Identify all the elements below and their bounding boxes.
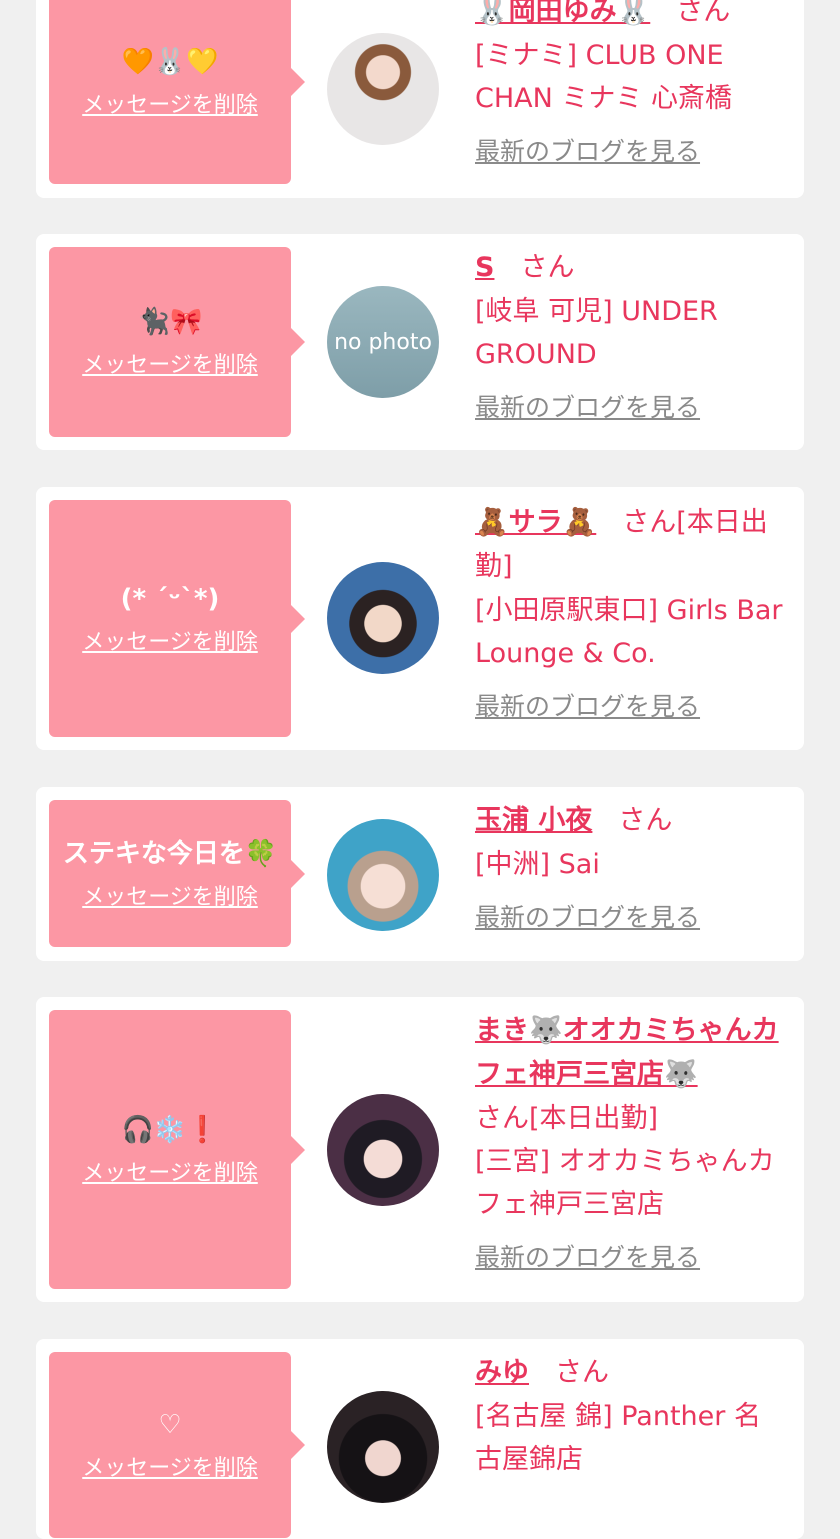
- name-line: 🐰岡田ゆみ🐰 さん: [475, 0, 796, 34]
- message-card: 🐈‍⬛🎀 メッセージを削除 no photo S さん [岐阜 可児] UNDER…: [36, 234, 804, 450]
- message-bubble: 🐈‍⬛🎀 メッセージを削除: [49, 247, 305, 437]
- message-text: 🎧❄️❗️: [121, 1114, 219, 1145]
- delete-message-link[interactable]: メッセージを削除: [82, 87, 258, 119]
- latest-blog-link[interactable]: 最新のブログを見る: [475, 388, 796, 424]
- honorific: さん: [520, 252, 575, 283]
- shop-info: [三宮] オオカミちゃんカフェ神戸三宮店: [475, 1146, 775, 1220]
- profile-name-link[interactable]: 🧸サラ🧸: [475, 507, 596, 538]
- profile-info: 玉浦 小夜 さん [中洲] Sai 最新のブログを見る: [475, 799, 796, 934]
- shop-info: [ミナミ] CLUB ONE CHAN ミナミ 心斎橋: [475, 40, 732, 114]
- message-text: (* ´ᵕ`*): [120, 583, 220, 614]
- profile-info: まき🐺オオカミちゃんカフェ神戸三宮店🐺 さん[本日出勤] [三宮] オオカミちゃ…: [475, 1009, 796, 1274]
- avatar[interactable]: [327, 1094, 439, 1206]
- delete-message-link[interactable]: メッセージを削除: [82, 624, 258, 656]
- profile-info: S さん [岐阜 可児] UNDER GROUND 最新のブログを見る: [475, 246, 796, 424]
- message-card: (* ´ᵕ`*) メッセージを削除 🧸サラ🧸 さん[本日出勤] [小田原駅東口] …: [36, 487, 804, 750]
- profile-name-link[interactable]: まき🐺オオカミちゃんカフェ神戸三宮店🐺: [475, 1015, 779, 1090]
- profile-name-link[interactable]: 🐰岡田ゆみ🐰: [475, 0, 650, 27]
- message-bubble: ステキな今日を🍀 メッセージを削除: [49, 800, 305, 947]
- message-text: 🐈‍⬛🎀: [137, 307, 203, 337]
- profile-info: 🧸サラ🧸 さん[本日出勤] [小田原駅東口] Girls Bar Lounge &…: [475, 501, 796, 723]
- message-card: 🧡🐰💛 メッセージを削除 🐰岡田ゆみ🐰 さん [ミナミ] CLUB ONE CHA…: [36, 0, 804, 198]
- avatar[interactable]: [327, 562, 439, 674]
- avatar[interactable]: [327, 1391, 439, 1503]
- delete-message-link[interactable]: メッセージを削除: [82, 1155, 258, 1187]
- shop-info: [中洲] Sai: [475, 849, 600, 880]
- latest-blog-link[interactable]: 最新のブログを見る: [475, 898, 796, 934]
- name-line: 玉浦 小夜 さん: [475, 799, 796, 843]
- honorific: さん: [555, 1357, 609, 1388]
- shop-info: [小田原駅東口] Girls Bar Lounge & Co.: [475, 595, 783, 669]
- honorific: さん[本日出勤]: [475, 1103, 659, 1134]
- profile-info: みゆ さん [名古屋 錦] Panther 名古屋錦店: [475, 1351, 796, 1481]
- message-bubble: (* ´ᵕ`*) メッセージを削除: [49, 500, 305, 737]
- profile-info: 🐰岡田ゆみ🐰 さん [ミナミ] CLUB ONE CHAN ミナミ 心斎橋 最新の…: [475, 0, 796, 168]
- profile-name-link[interactable]: みゆ: [475, 1357, 529, 1388]
- message-bubble: 🧡🐰💛 メッセージを削除: [49, 0, 305, 184]
- name-line: みゆ さん: [475, 1351, 796, 1395]
- message-bubble: ♡ メッセージを削除: [49, 1352, 305, 1538]
- profile-name-link[interactable]: S: [475, 252, 494, 283]
- name-line: まき🐺オオカミちゃんカフェ神戸三宮店🐺: [475, 1009, 796, 1097]
- shop-info: [名古屋 錦] Panther 名古屋錦店: [475, 1401, 761, 1475]
- delete-message-link[interactable]: メッセージを削除: [82, 347, 258, 379]
- honorific: さん: [676, 0, 731, 27]
- no-photo-avatar[interactable]: no photo: [327, 286, 439, 398]
- message-text: ♡: [158, 1410, 182, 1440]
- profile-name-link[interactable]: 玉浦 小夜: [475, 805, 592, 836]
- name-line: 🧸サラ🧸 さん[本日出勤]: [475, 501, 796, 589]
- message-text: ステキな今日を🍀: [62, 838, 278, 869]
- message-card: ステキな今日を🍀 メッセージを削除 玉浦 小夜 さん [中洲] Sai 最新のブロ…: [36, 787, 804, 961]
- avatar[interactable]: [327, 33, 439, 145]
- delete-message-link[interactable]: メッセージを削除: [82, 1450, 258, 1482]
- message-card: ♡ メッセージを削除 みゆ さん [名古屋 錦] Panther 名古屋錦店: [36, 1339, 804, 1539]
- message-card: 🎧❄️❗️ メッセージを削除 まき🐺オオカミちゃんカフェ神戸三宮店🐺 さん[本日…: [36, 997, 804, 1302]
- latest-blog-link[interactable]: 最新のブログを見る: [475, 132, 796, 168]
- shop-info: [岐阜 可児] UNDER GROUND: [475, 296, 718, 370]
- message-text: 🧡🐰💛: [121, 47, 219, 77]
- honorific: さん: [618, 805, 673, 836]
- latest-blog-link[interactable]: 最新のブログを見る: [475, 1238, 796, 1274]
- message-bubble: 🎧❄️❗️ メッセージを削除: [49, 1010, 305, 1289]
- no-photo-label: no photo: [334, 329, 432, 355]
- delete-message-link[interactable]: メッセージを削除: [82, 879, 258, 911]
- name-line: S さん: [475, 246, 796, 290]
- avatar[interactable]: [327, 819, 439, 931]
- latest-blog-link[interactable]: 最新のブログを見る: [475, 687, 796, 723]
